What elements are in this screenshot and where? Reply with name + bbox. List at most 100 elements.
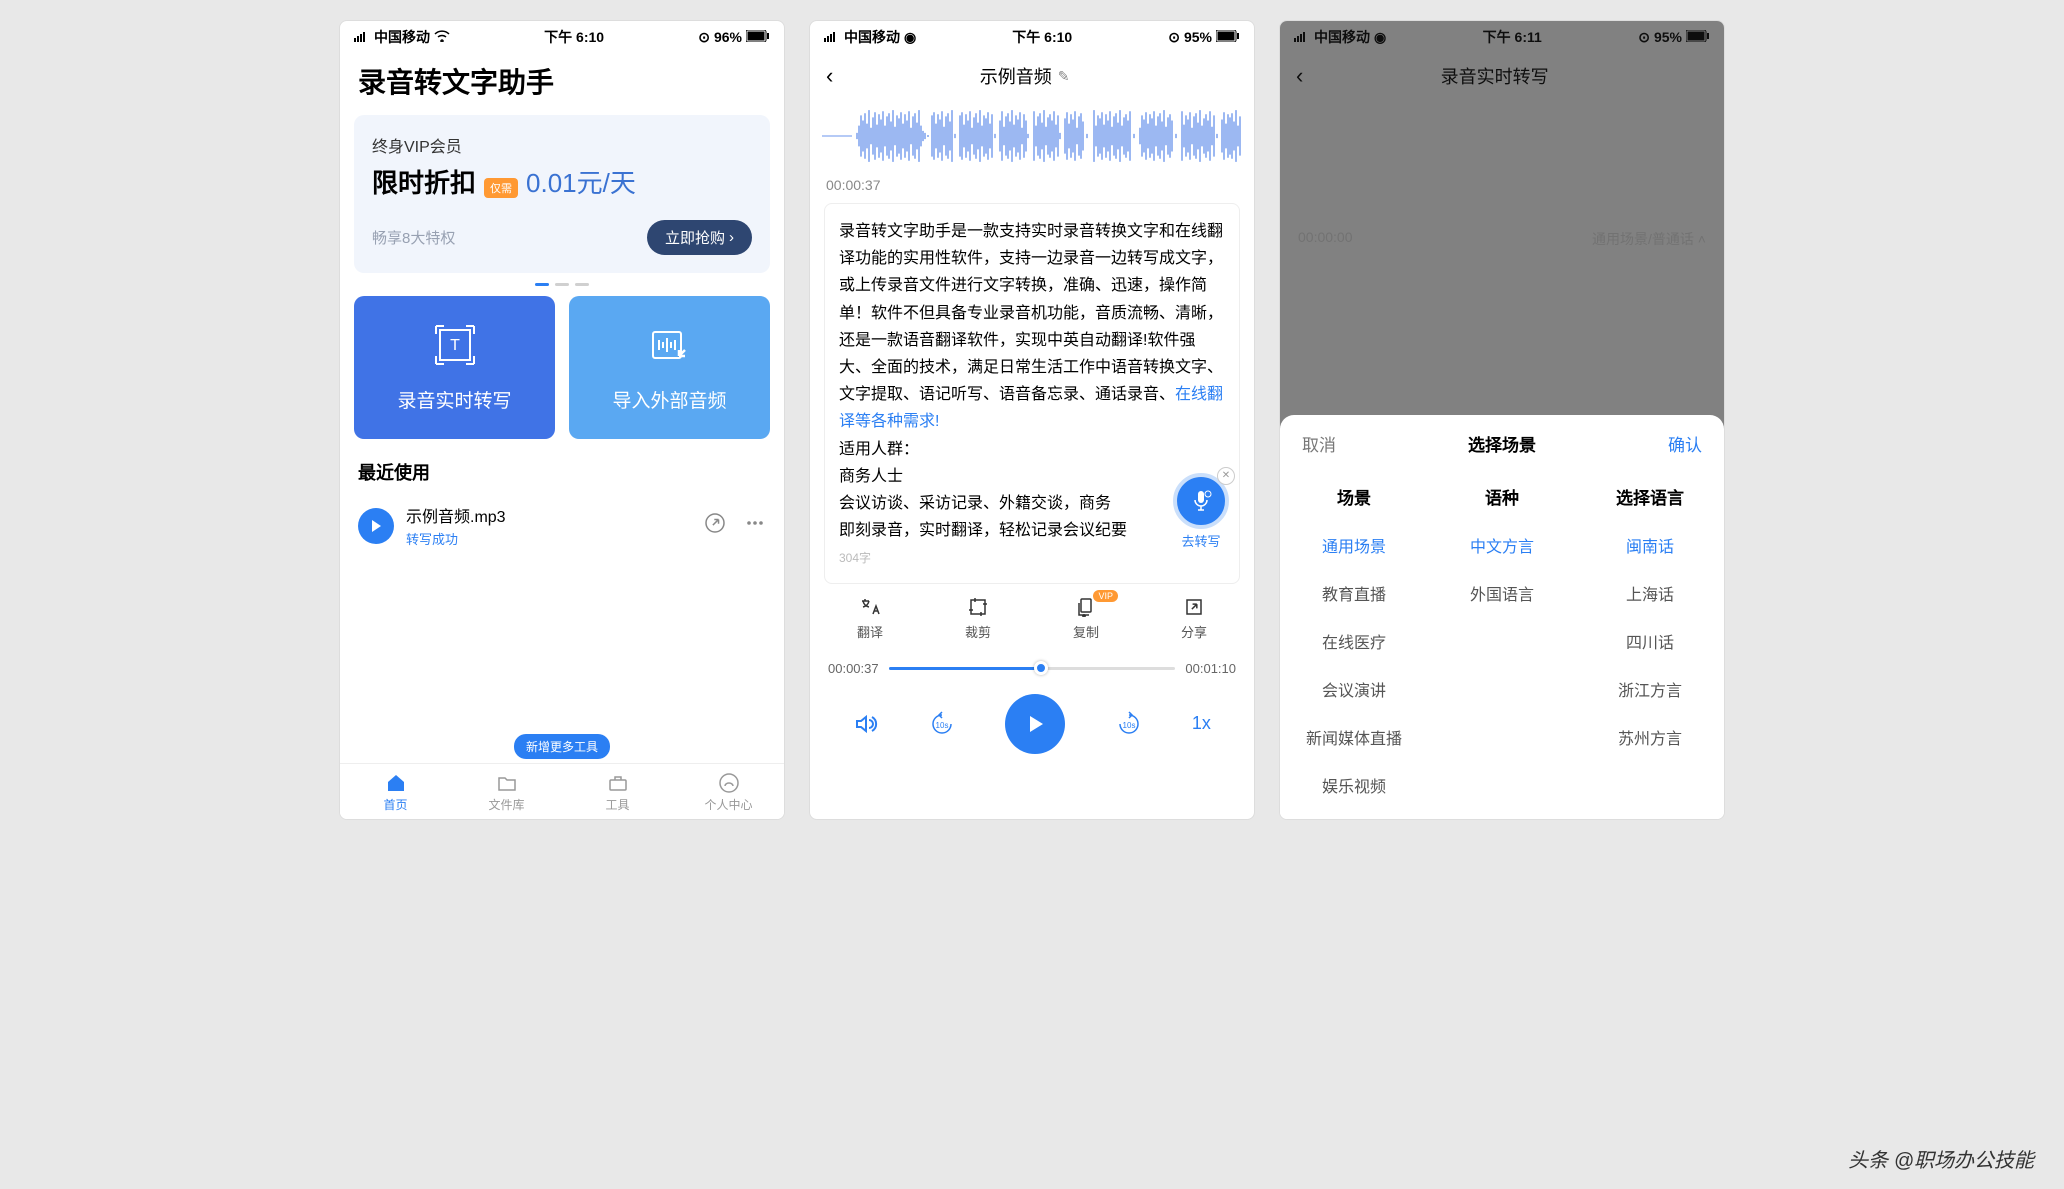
col-dialect: 选择语言 闽南话 上海话 四川话 浙江方言 苏州方言 [1576,472,1724,809]
rewind-10s-button[interactable]: 10s [925,711,959,737]
tab-files[interactable]: 文件库 [451,772,562,813]
elapsed-time: 00:00:37 [828,661,879,676]
dialect-option[interactable]: 上海话 [1576,569,1724,617]
wifi-icon [434,29,450,45]
tab-bar: 首页 文件库 工具 个人中心 [340,763,784,819]
crop-icon [924,596,1032,618]
battery-pct: 96% [714,29,742,45]
progress-bar[interactable]: 00:00:37 00:01:10 [810,653,1254,684]
col-scene: 场景 通用场景 教育直播 在线医疗 会议演讲 新闻媒体直播 娱乐视频 [1280,472,1428,809]
scene-option[interactable]: 通用场景 [1280,521,1428,569]
forward-10s-button[interactable]: 10s [1112,711,1146,737]
tab-profile[interactable]: 个人中心 [673,772,784,813]
waveform-display[interactable] [810,99,1254,173]
promo-buy-button[interactable]: 立即抢购› [647,220,752,255]
scene-option[interactable]: 教育直播 [1280,569,1428,617]
play-button[interactable] [1005,694,1065,754]
dialect-option[interactable]: 闽南话 [1576,521,1724,569]
dialect-option[interactable]: 四川话 [1576,617,1724,665]
scene-option[interactable]: 会议演讲 [1280,665,1428,713]
recent-file-name: 示例音频.mp3 [406,503,692,527]
translate-icon [816,596,924,618]
battery-icon [1216,29,1240,45]
action-crop[interactable]: 裁剪 [924,596,1032,641]
play-icon[interactable] [358,508,394,544]
svg-text:T: T [450,337,460,354]
screen-audio-detail: 中国移动◉ 下午 6:10 ⊙95% ‹ 示例音频 ✎ 00:00:37 录音转文… [809,20,1255,820]
back-button[interactable]: ‹ [826,63,833,89]
status-bar: 中国移动 下午 6:10 ⊙ 96% [340,21,784,53]
card-realtime-transcribe[interactable]: T 录音实时转写 [354,296,555,439]
total-time: 00:01:10 [1185,661,1236,676]
promo-perks-label: 畅享8大特权 [372,227,455,248]
promo-card[interactable]: 终身VIP会员 限时折扣 仅需 0.01元/天 畅享8大特权 立即抢购› [354,115,770,273]
confirm-button[interactable]: 确认 [1668,431,1702,456]
chevron-right-icon: › [729,229,734,246]
wifi-icon: ◉ [904,29,916,46]
more-icon[interactable] [744,512,766,539]
char-count: 304字 [839,548,1225,568]
page-title: 录音实时转写 [1441,63,1549,89]
screen-scene-picker: 中国移动◉ 下午 6:11 ⊙95% ‹ 录音实时转写 00:00:00 通用场… [1279,20,1725,820]
transcription-text[interactable]: 录音转文字助手是一款支持实时录音转换文字和在线翻译功能的实用性软件，支持一边录音… [824,203,1240,584]
status-time: 下午 6:10 [544,27,604,47]
scene-option[interactable]: 娱乐视频 [1280,761,1428,809]
new-tools-banner[interactable]: 新增更多工具 [514,734,610,759]
progress-thumb[interactable] [1034,661,1048,675]
dialect-option[interactable]: 浙江方言 [1576,665,1724,713]
status-bar: 中国移动◉ 下午 6:10 ⊙95% [810,21,1254,53]
screen-home: 中国移动 下午 6:10 ⊙ 96% 录音转文字助手 终身VIP会员 限时折扣 … [339,20,785,820]
carrier-label: 中国移动 [374,27,430,47]
dialect-option[interactable]: 苏州方言 [1576,713,1724,761]
lang-option[interactable]: 外国语言 [1428,569,1576,617]
recent-item[interactable]: 示例音频.mp3 转写成功 [340,493,784,558]
elapsed-time: 00:00:00 [1298,229,1353,249]
scene-option[interactable]: 在线医疗 [1280,617,1428,665]
signal-icon [354,29,370,45]
scene-selector-label[interactable]: 通用场景/普通话 ˄ [1592,229,1706,249]
status-bar: 中国移动◉ 下午 6:11 ⊙95% [1280,21,1724,53]
dot-3[interactable] [575,283,589,286]
back-button[interactable]: ‹ [1296,63,1303,89]
tab-tools[interactable]: 工具 [562,772,673,813]
lang-option[interactable]: 中文方言 [1428,521,1576,569]
player-controls: 10s 10s 1x [810,684,1254,764]
dot-2[interactable] [555,283,569,286]
fab-label: 去转写 [1173,531,1229,553]
toolbox-icon [562,772,673,794]
promo-price: 0.01元/天 [526,163,636,200]
scene-option[interactable]: 新闻媒体直播 [1280,713,1428,761]
alarm-icon: ⊙ [698,29,710,46]
fab-close-button[interactable]: ✕ [1217,467,1235,485]
volume-button[interactable] [853,711,879,737]
edit-icon[interactable]: ✎ [1058,68,1070,85]
action-translate[interactable]: 翻译 [816,596,924,641]
card-label: 录音实时转写 [364,386,545,413]
scene-picker-sheet: 取消 选择场景 确认 场景 通用场景 教育直播 在线医疗 会议演讲 新闻媒体直播… [1280,415,1724,819]
audio-title: 示例音频 [980,63,1052,89]
card-import-audio[interactable]: 导入外部音频 [569,296,770,439]
speed-button[interactable]: 1x [1192,713,1211,734]
promo-badge: 仅需 [484,178,518,198]
cancel-button[interactable]: 取消 [1302,431,1336,456]
current-time: 00:00:37 [810,173,1254,203]
share-icon[interactable] [704,512,726,539]
card-label: 导入外部音频 [579,386,760,413]
recent-header: 最近使用 [340,439,784,493]
action-share[interactable]: 分享 [1140,596,1248,641]
import-audio-icon [579,322,760,368]
svg-text:10s: 10s [1122,721,1135,730]
share-icon [1140,596,1248,618]
action-toolbar: 翻译 裁剪 VIP复制 分享 [810,584,1254,653]
action-copy[interactable]: VIP复制 [1032,596,1140,641]
copy-icon [1032,596,1140,618]
battery-icon [1686,29,1710,45]
signal-icon [824,29,840,45]
battery-icon [746,29,770,45]
col-lang-type: 语种 中文方言 外国语言 [1428,472,1576,809]
promo-discount-label: 限时折扣 [372,163,476,200]
tab-home[interactable]: 首页 [340,772,451,813]
dot-1[interactable] [535,283,549,286]
carousel-dots [340,283,784,286]
vip-badge: VIP [1093,590,1118,602]
